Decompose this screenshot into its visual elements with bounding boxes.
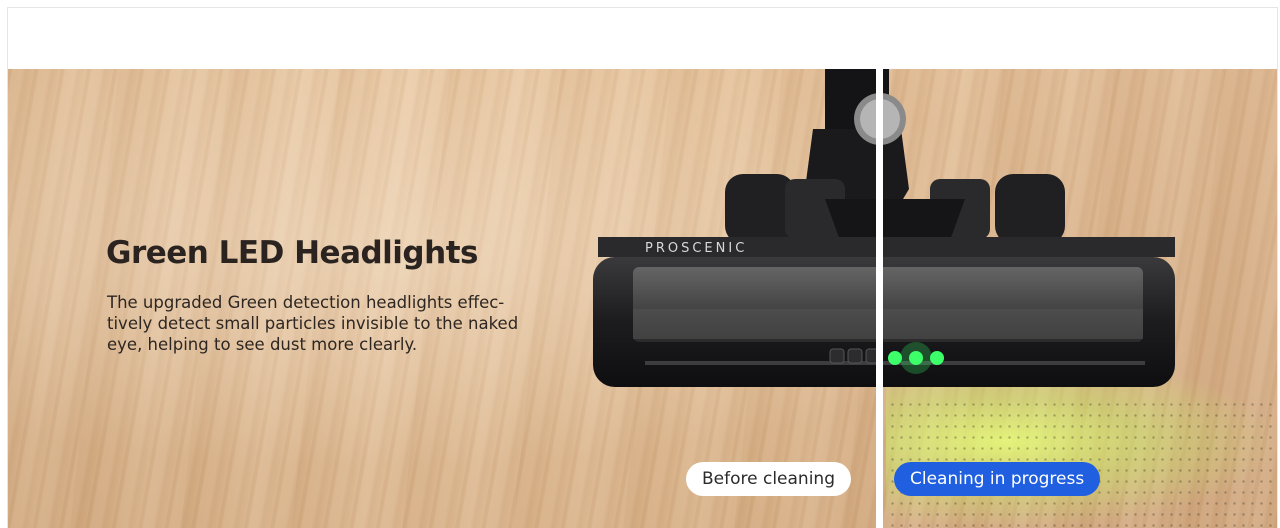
before-after-divider[interactable] xyxy=(876,69,883,528)
cleaning-in-progress-label: Cleaning in progress xyxy=(894,462,1101,496)
top-spacer xyxy=(8,8,1277,69)
feature-description: The upgraded Green detection headlights … xyxy=(107,293,519,354)
feature-banner: PROSCENIC Green LED Headlights The upgra… xyxy=(8,69,1277,528)
product-feature-frame: PROSCENIC Green LED Headlights The upgra… xyxy=(7,7,1278,528)
feature-title: Green LED Headlights xyxy=(106,235,478,271)
brand-logo-text: PROSCENIC xyxy=(645,241,747,256)
before-cleaning-label: Before cleaning xyxy=(686,462,851,496)
